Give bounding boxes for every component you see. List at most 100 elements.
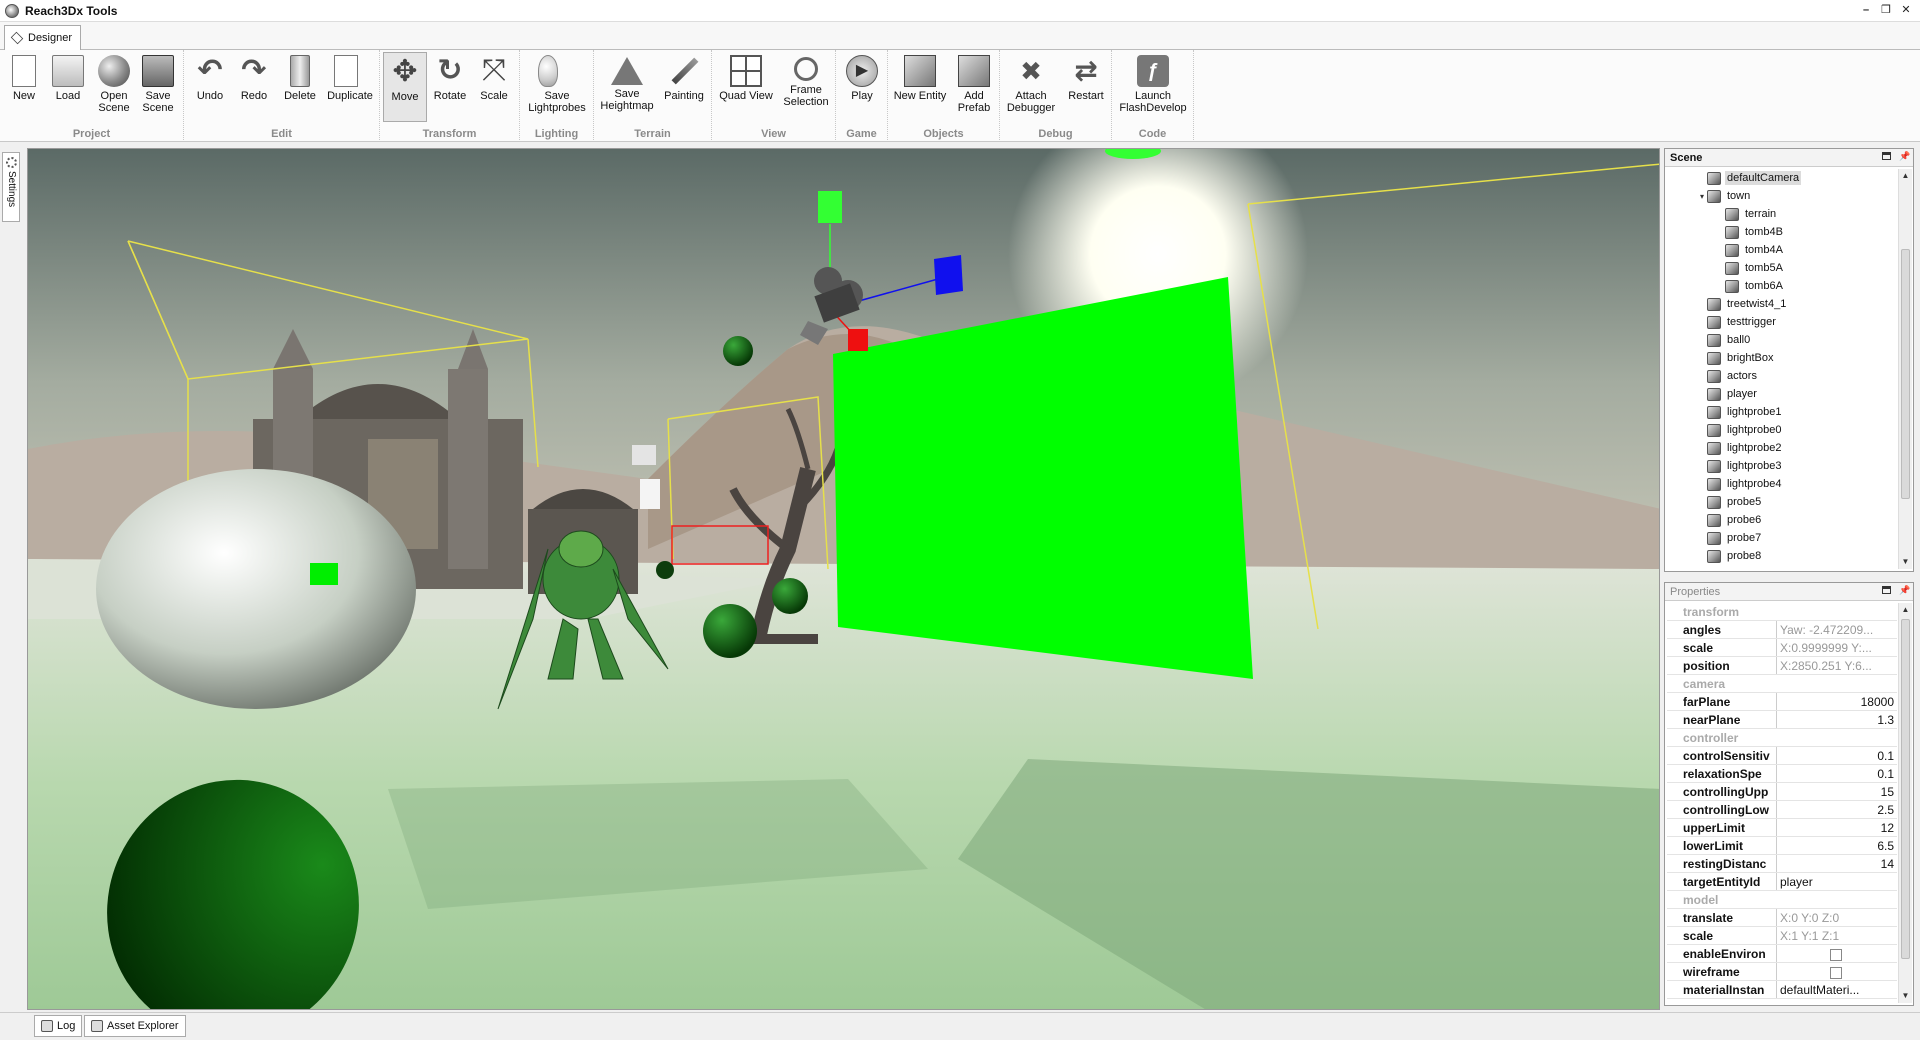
property-row[interactable]: materialInstan defaultMateri... <box>1667 981 1897 999</box>
close-button[interactable]: ✕ <box>1898 2 1914 18</box>
scroll-down-icon[interactable]: ▼ <box>1899 555 1912 569</box>
sphere-probe[interactable] <box>703 604 757 658</box>
property-value[interactable]: 2.5 <box>1777 801 1897 818</box>
scene-tree-item[interactable]: probe8 <box>1667 547 1897 565</box>
property-row[interactable]: controllingLow 2.5 <box>1667 801 1897 819</box>
chrome-sphere-model[interactable] <box>96 469 416 709</box>
scene-tree-item[interactable]: defaultCamera <box>1667 169 1897 187</box>
undo-button[interactable]: ↶ Undo <box>188 52 232 122</box>
scene-tree-item[interactable]: lightprobe1 <box>1667 403 1897 421</box>
open-scene-button[interactable]: Open Scene <box>92 52 136 122</box>
property-row[interactable]: upperLimit 12 <box>1667 819 1897 837</box>
property-value[interactable]: 15 <box>1777 783 1897 800</box>
scene-tree-item[interactable]: tomb4B <box>1667 223 1897 241</box>
painting-button[interactable]: Painting <box>660 52 708 122</box>
move-button[interactable]: ✥ Move <box>383 52 427 122</box>
load-button[interactable]: Load <box>46 52 90 122</box>
new-button[interactable]: New <box>2 52 46 122</box>
property-value[interactable]: 6.5 <box>1777 837 1897 854</box>
property-row[interactable]: wireframe <box>1667 963 1897 981</box>
property-row[interactable]: enableEnviron <box>1667 945 1897 963</box>
property-value[interactable]: 1.3 <box>1777 711 1897 728</box>
viewport-render[interactable] <box>28 149 1660 1010</box>
property-value[interactable]: X:0 Y:0 Z:0 <box>1777 909 1897 926</box>
scene-tree-item[interactable]: treetwist4_1 <box>1667 295 1897 313</box>
rotate-button[interactable]: ↻ Rotate <box>428 52 472 122</box>
property-row[interactable]: angles Yaw: -2.472209... <box>1667 621 1897 639</box>
scene-tree-item[interactable]: terrain <box>1667 205 1897 223</box>
property-row[interactable]: translate X:0 Y:0 Z:0 <box>1667 909 1897 927</box>
scene-tree-item[interactable]: lightprobe2 <box>1667 439 1897 457</box>
property-row[interactable]: farPlane 18000 <box>1667 693 1897 711</box>
property-row[interactable]: scale X:0.9999999 Y:... <box>1667 639 1897 657</box>
frame-selection-button[interactable]: Frame Selection <box>778 52 834 122</box>
property-value[interactable]: 14 <box>1777 855 1897 872</box>
scene-tree-item[interactable]: probe7 <box>1667 529 1897 547</box>
property-value[interactable] <box>1777 963 1897 980</box>
scene-tree-item[interactable]: tomb4A <box>1667 241 1897 259</box>
property-category[interactable]: transform <box>1667 603 1897 621</box>
scene-tree-item[interactable]: testtrigger <box>1667 313 1897 331</box>
property-value[interactable]: player <box>1777 873 1897 890</box>
scene-tree[interactable]: defaultCamera ▾ town terrain tomb4B tomb4A tom… <box>1667 169 1897 569</box>
tab-designer[interactable]: Designer <box>4 25 82 50</box>
property-value[interactable]: X:2850.251 Y:6... <box>1777 657 1897 674</box>
save-heightmap-button[interactable]: Save Heightmap <box>598 52 656 122</box>
attach-debugger-button[interactable]: ✖ Attach Debugger <box>1004 52 1058 122</box>
property-row[interactable]: controlSensitiv 0.1 <box>1667 747 1897 765</box>
property-category[interactable]: camera <box>1667 675 1897 693</box>
properties-scrollbar[interactable]: ▲ ▼ <box>1898 603 1912 1003</box>
property-row[interactable]: position X:2850.251 Y:6... <box>1667 657 1897 675</box>
property-row[interactable]: restingDistanc 14 <box>1667 855 1897 873</box>
scene-tree-item[interactable]: lightprobe0 <box>1667 421 1897 439</box>
minimize-button[interactable]: – <box>1858 2 1874 18</box>
scene-tree-item[interactable]: brightBox <box>1667 349 1897 367</box>
new-entity-button[interactable]: New Entity <box>890 52 950 122</box>
maximize-panel-icon[interactable] <box>1882 586 1891 594</box>
scene-tree-item[interactable]: probe6 <box>1667 511 1897 529</box>
maximize-panel-icon[interactable] <box>1882 152 1891 160</box>
property-value[interactable] <box>1777 945 1897 962</box>
property-value[interactable]: 0.1 <box>1777 747 1897 764</box>
redo-button[interactable]: ↷ Redo <box>232 52 276 122</box>
scroll-up-icon[interactable]: ▲ <box>1899 169 1912 183</box>
sphere-probe[interactable] <box>772 578 808 614</box>
scene-tree-item[interactable]: actors <box>1667 367 1897 385</box>
property-value[interactable]: 12 <box>1777 819 1897 836</box>
scene-tree-item[interactable]: lightprobe4 <box>1667 475 1897 493</box>
property-value[interactable]: 0.1 <box>1777 765 1897 782</box>
property-checkbox[interactable] <box>1830 966 1842 979</box>
scene-viewport[interactable] <box>27 148 1660 1010</box>
pin-icon[interactable]: 📌 <box>1899 151 1910 161</box>
scene-tree-item[interactable]: lightprobe3 <box>1667 457 1897 475</box>
property-row[interactable]: targetEntityId player <box>1667 873 1897 891</box>
property-row[interactable]: nearPlane 1.3 <box>1667 711 1897 729</box>
properties-scroll-thumb[interactable] <box>1901 619 1910 959</box>
scene-tree-item[interactable]: player <box>1667 385 1897 403</box>
collapse-arrow-icon[interactable]: ▾ <box>1697 192 1707 201</box>
save-lightprobes-button[interactable]: Save Lightprobes <box>526 52 588 122</box>
scene-scroll-thumb[interactable] <box>1901 249 1910 499</box>
property-grid[interactable]: transform angles Yaw: -2.472209... scale X:0… <box>1667 603 1897 1003</box>
scene-tree-item[interactable]: tomb6A <box>1667 277 1897 295</box>
scale-button[interactable]: ⤧ Scale <box>472 52 516 122</box>
property-category[interactable]: controller <box>1667 729 1897 747</box>
property-value[interactable]: Yaw: -2.472209... <box>1777 621 1897 638</box>
duplicate-button[interactable]: Duplicate <box>324 52 376 122</box>
restore-button[interactable]: ❐ <box>1878 2 1894 18</box>
scene-scrollbar[interactable]: ▲ ▼ <box>1898 169 1912 569</box>
property-row[interactable]: controllingUpp 15 <box>1667 783 1897 801</box>
property-row[interactable]: relaxationSpe 0.1 <box>1667 765 1897 783</box>
pin-icon[interactable]: 📌 <box>1899 585 1910 595</box>
sphere-probe[interactable] <box>723 336 753 366</box>
property-value[interactable]: X:1 Y:1 Z:1 <box>1777 927 1897 944</box>
settings-tab[interactable]: Settings <box>2 152 20 222</box>
scroll-up-icon[interactable]: ▲ <box>1899 603 1912 617</box>
property-row[interactable]: lowerLimit 6.5 <box>1667 837 1897 855</box>
property-category[interactable]: model <box>1667 891 1897 909</box>
restart-button[interactable]: ⇄ Restart <box>1062 52 1110 122</box>
sphere-probe[interactable] <box>656 561 674 579</box>
scene-tree-item[interactable]: ▾ town <box>1667 187 1897 205</box>
quad-view-button[interactable]: Quad View <box>718 52 774 122</box>
tab-log[interactable]: Log <box>34 1015 83 1037</box>
